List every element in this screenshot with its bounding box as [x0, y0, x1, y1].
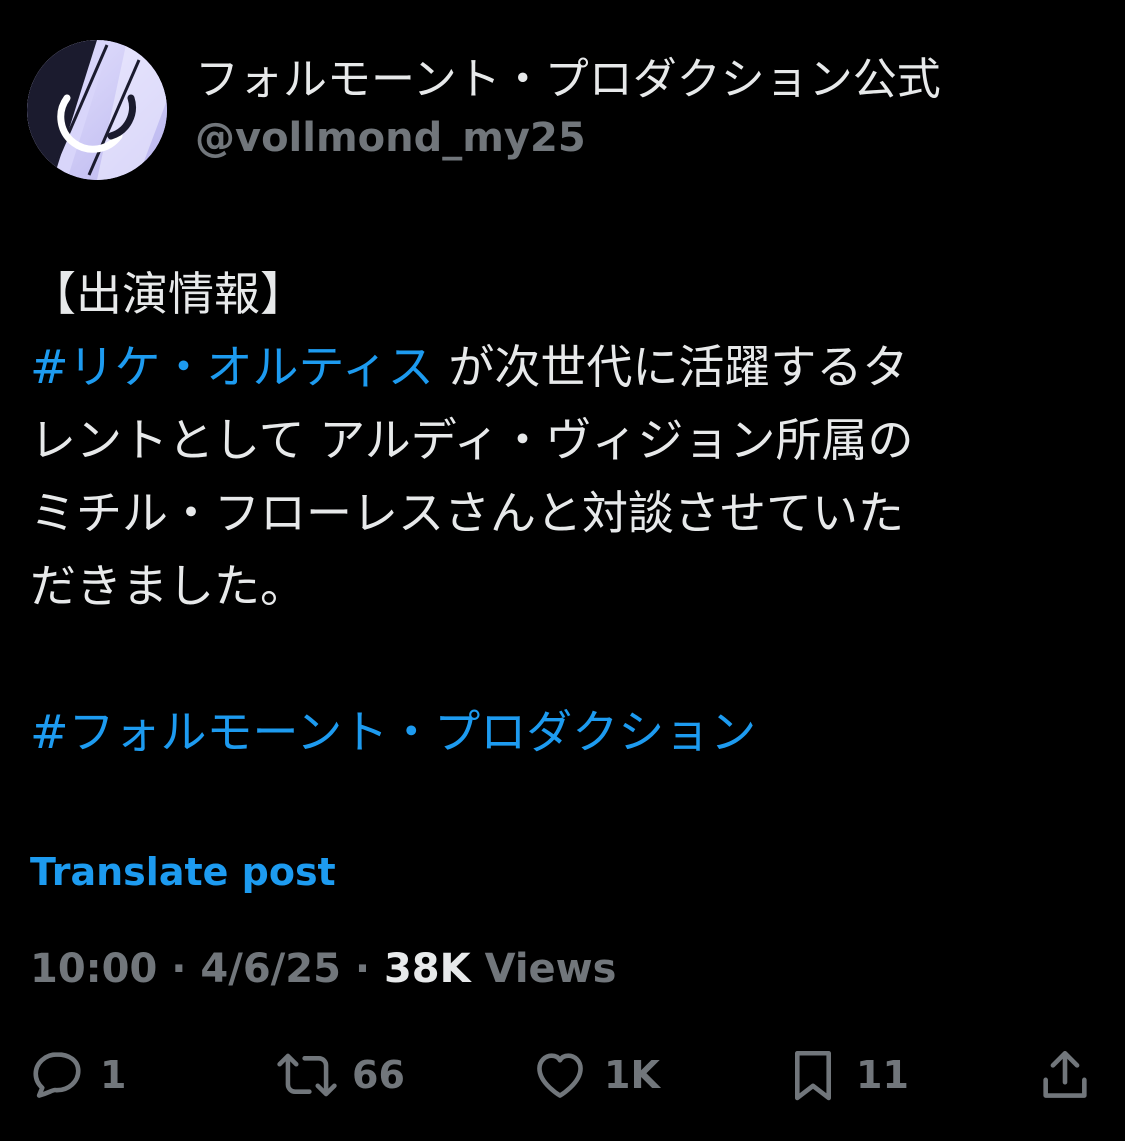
post-line-text: が次世代に活躍するタ: [433, 340, 909, 394]
repost-icon: [277, 1053, 337, 1097]
post-metadata: 10:00 · 4/6/25 · 38K Views: [30, 943, 616, 995]
moon-logo-icon: [27, 40, 167, 180]
reply-count: 1: [100, 1053, 127, 1097]
action-bar: 1 66 1K 11: [0, 1040, 1125, 1110]
post-date[interactable]: 4/6/25: [200, 946, 341, 992]
share-icon: [1043, 1050, 1087, 1098]
repost-button[interactable]: 66: [276, 1040, 405, 1110]
views-count: 38K: [383, 946, 471, 992]
share-button[interactable]: [1036, 1040, 1094, 1110]
heart-icon: [537, 1053, 583, 1098]
avatar[interactable]: [27, 40, 167, 180]
separator: ·: [340, 946, 384, 992]
post-time[interactable]: 10:00: [30, 946, 157, 992]
hashtag-link[interactable]: #リケ・オルティス: [30, 340, 434, 394]
post-line: レントとして アルディ・ヴィジョン所属の: [30, 413, 914, 467]
post-line: ミチル・フローレスさんと対談させていた: [30, 486, 904, 540]
post-header: フォルモーント・プロダクション公式 @vollmond_my25: [27, 40, 1097, 180]
display-name[interactable]: フォルモーント・プロダクション公式: [195, 54, 941, 106]
post-line: #フォルモーント・プロダクション: [30, 696, 1100, 769]
views-label: Views: [470, 946, 617, 992]
reply-icon: [33, 1052, 81, 1098]
post-line: だきました。: [30, 559, 306, 613]
reply-button[interactable]: 1: [28, 1040, 126, 1110]
hashtag-link[interactable]: #フォルモーント・プロダクション: [30, 705, 756, 759]
like-button[interactable]: 1K: [530, 1040, 660, 1110]
separator: ·: [157, 946, 201, 992]
post-line: 【出演情報】: [30, 267, 306, 321]
bookmark-count: 11: [856, 1053, 909, 1097]
post-line: #リケ・オルティス が次世代に活躍するタ: [30, 331, 1100, 404]
translate-post-link[interactable]: Translate post: [30, 848, 336, 896]
bookmark-button[interactable]: 11: [784, 1040, 909, 1110]
user-handle[interactable]: @vollmond_my25: [195, 114, 586, 162]
bookmark-icon: [794, 1050, 832, 1101]
repost-count: 66: [352, 1053, 405, 1097]
post-text: 【出演情報】 #リケ・オルティス が次世代に活躍するタ レントとして アルディ・…: [30, 258, 1100, 769]
like-count: 1K: [604, 1053, 660, 1097]
